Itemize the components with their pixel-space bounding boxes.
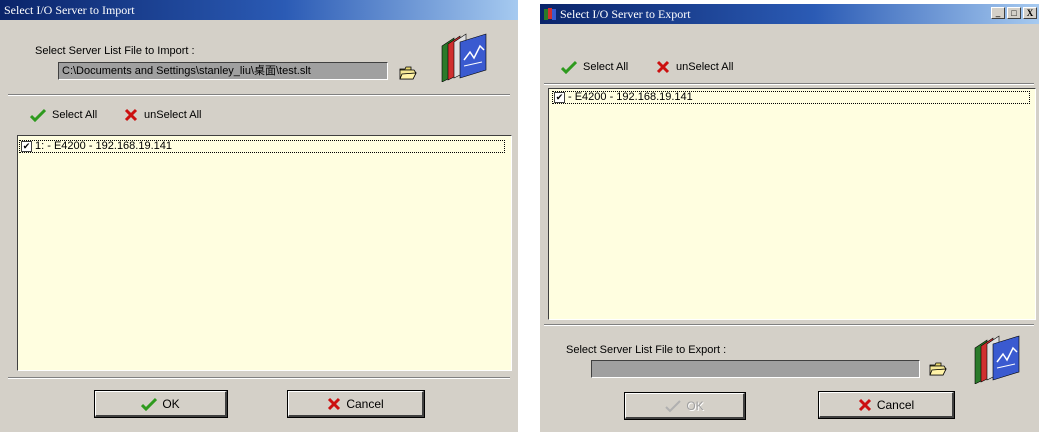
import-unselect-all-button[interactable]: unSelect All [124, 106, 201, 124]
import-file-label: Select Server List File to Import : [35, 45, 195, 57]
server-books-logo-icon [441, 33, 487, 82]
import-select-all-button[interactable]: Select All [30, 106, 97, 124]
import-file-path-field[interactable]: C:\Documents and Settings\stanley_liu\桌面… [58, 62, 388, 80]
checkbox[interactable]: ✔ [554, 92, 565, 103]
list-item[interactable]: ✔ - E4200 - 192.168.19.141 [552, 91, 1030, 104]
list-item-label: 1: - E4200 - 192.168.19.141 [35, 140, 172, 152]
export-server-list[interactable]: ✔ - E4200 - 192.168.19.141 [548, 88, 1036, 320]
checkmark-icon [665, 399, 682, 412]
import-bottom-separator [8, 377, 510, 379]
ok-label: OK [162, 396, 180, 411]
export-dialog: Select I/O Server to Export _ □ X Select… [540, 4, 1039, 432]
export-file-path-field[interactable] [591, 360, 920, 378]
export-file-label: Select Server List File to Export : [566, 344, 727, 356]
import-server-list[interactable]: ✔ 1: - E4200 - 192.168.19.141 [17, 135, 512, 371]
list-item-label: - E4200 - 192.168.19.141 [568, 91, 693, 103]
ok-label: OK [686, 398, 704, 413]
maximize-button[interactable]: □ [1007, 7, 1021, 19]
red-x-icon [328, 397, 341, 410]
cancel-label: Cancel [346, 396, 384, 411]
ok-button[interactable]: OK [624, 392, 746, 420]
red-x-icon [124, 108, 138, 122]
cancel-label: Cancel [876, 397, 915, 412]
export-bottom-separator [544, 324, 1034, 326]
red-x-icon [858, 398, 871, 411]
close-button[interactable]: X [1023, 7, 1037, 19]
import-top-separator [8, 94, 510, 96]
select-all-label: Select All [583, 61, 629, 73]
server-books-logo-icon [974, 335, 1020, 384]
open-folder-icon[interactable] [399, 66, 417, 80]
unselect-all-label: unSelect All [676, 61, 734, 73]
import-dialog-title: Select I/O Server to Import [0, 0, 518, 20]
unselect-all-label: unSelect All [144, 109, 202, 121]
ok-button[interactable]: OK [94, 390, 228, 418]
minimize-button[interactable]: _ [991, 7, 1005, 19]
export-select-all-button[interactable]: Select All [561, 58, 628, 76]
checkmark-icon [561, 60, 577, 74]
import-dialog: Select I/O Server to Import Select Serve… [0, 0, 518, 432]
cancel-button[interactable]: Cancel [818, 391, 955, 419]
checkmark-icon [141, 397, 158, 411]
checkbox[interactable]: ✔ [21, 141, 32, 152]
export-top-separator [544, 83, 1034, 85]
cancel-button[interactable]: Cancel [287, 390, 425, 418]
checkmark-icon [30, 108, 46, 122]
app-icon [544, 8, 556, 20]
export-dialog-titlebar: Select I/O Server to Export _ □ X [540, 4, 1039, 24]
export-dialog-title: Select I/O Server to Export [560, 7, 691, 21]
red-x-icon [656, 60, 670, 74]
open-folder-icon[interactable] [929, 362, 947, 376]
select-all-label: Select All [52, 109, 98, 121]
list-item[interactable]: ✔ 1: - E4200 - 192.168.19.141 [19, 140, 505, 153]
export-unselect-all-button[interactable]: unSelect All [656, 58, 733, 76]
